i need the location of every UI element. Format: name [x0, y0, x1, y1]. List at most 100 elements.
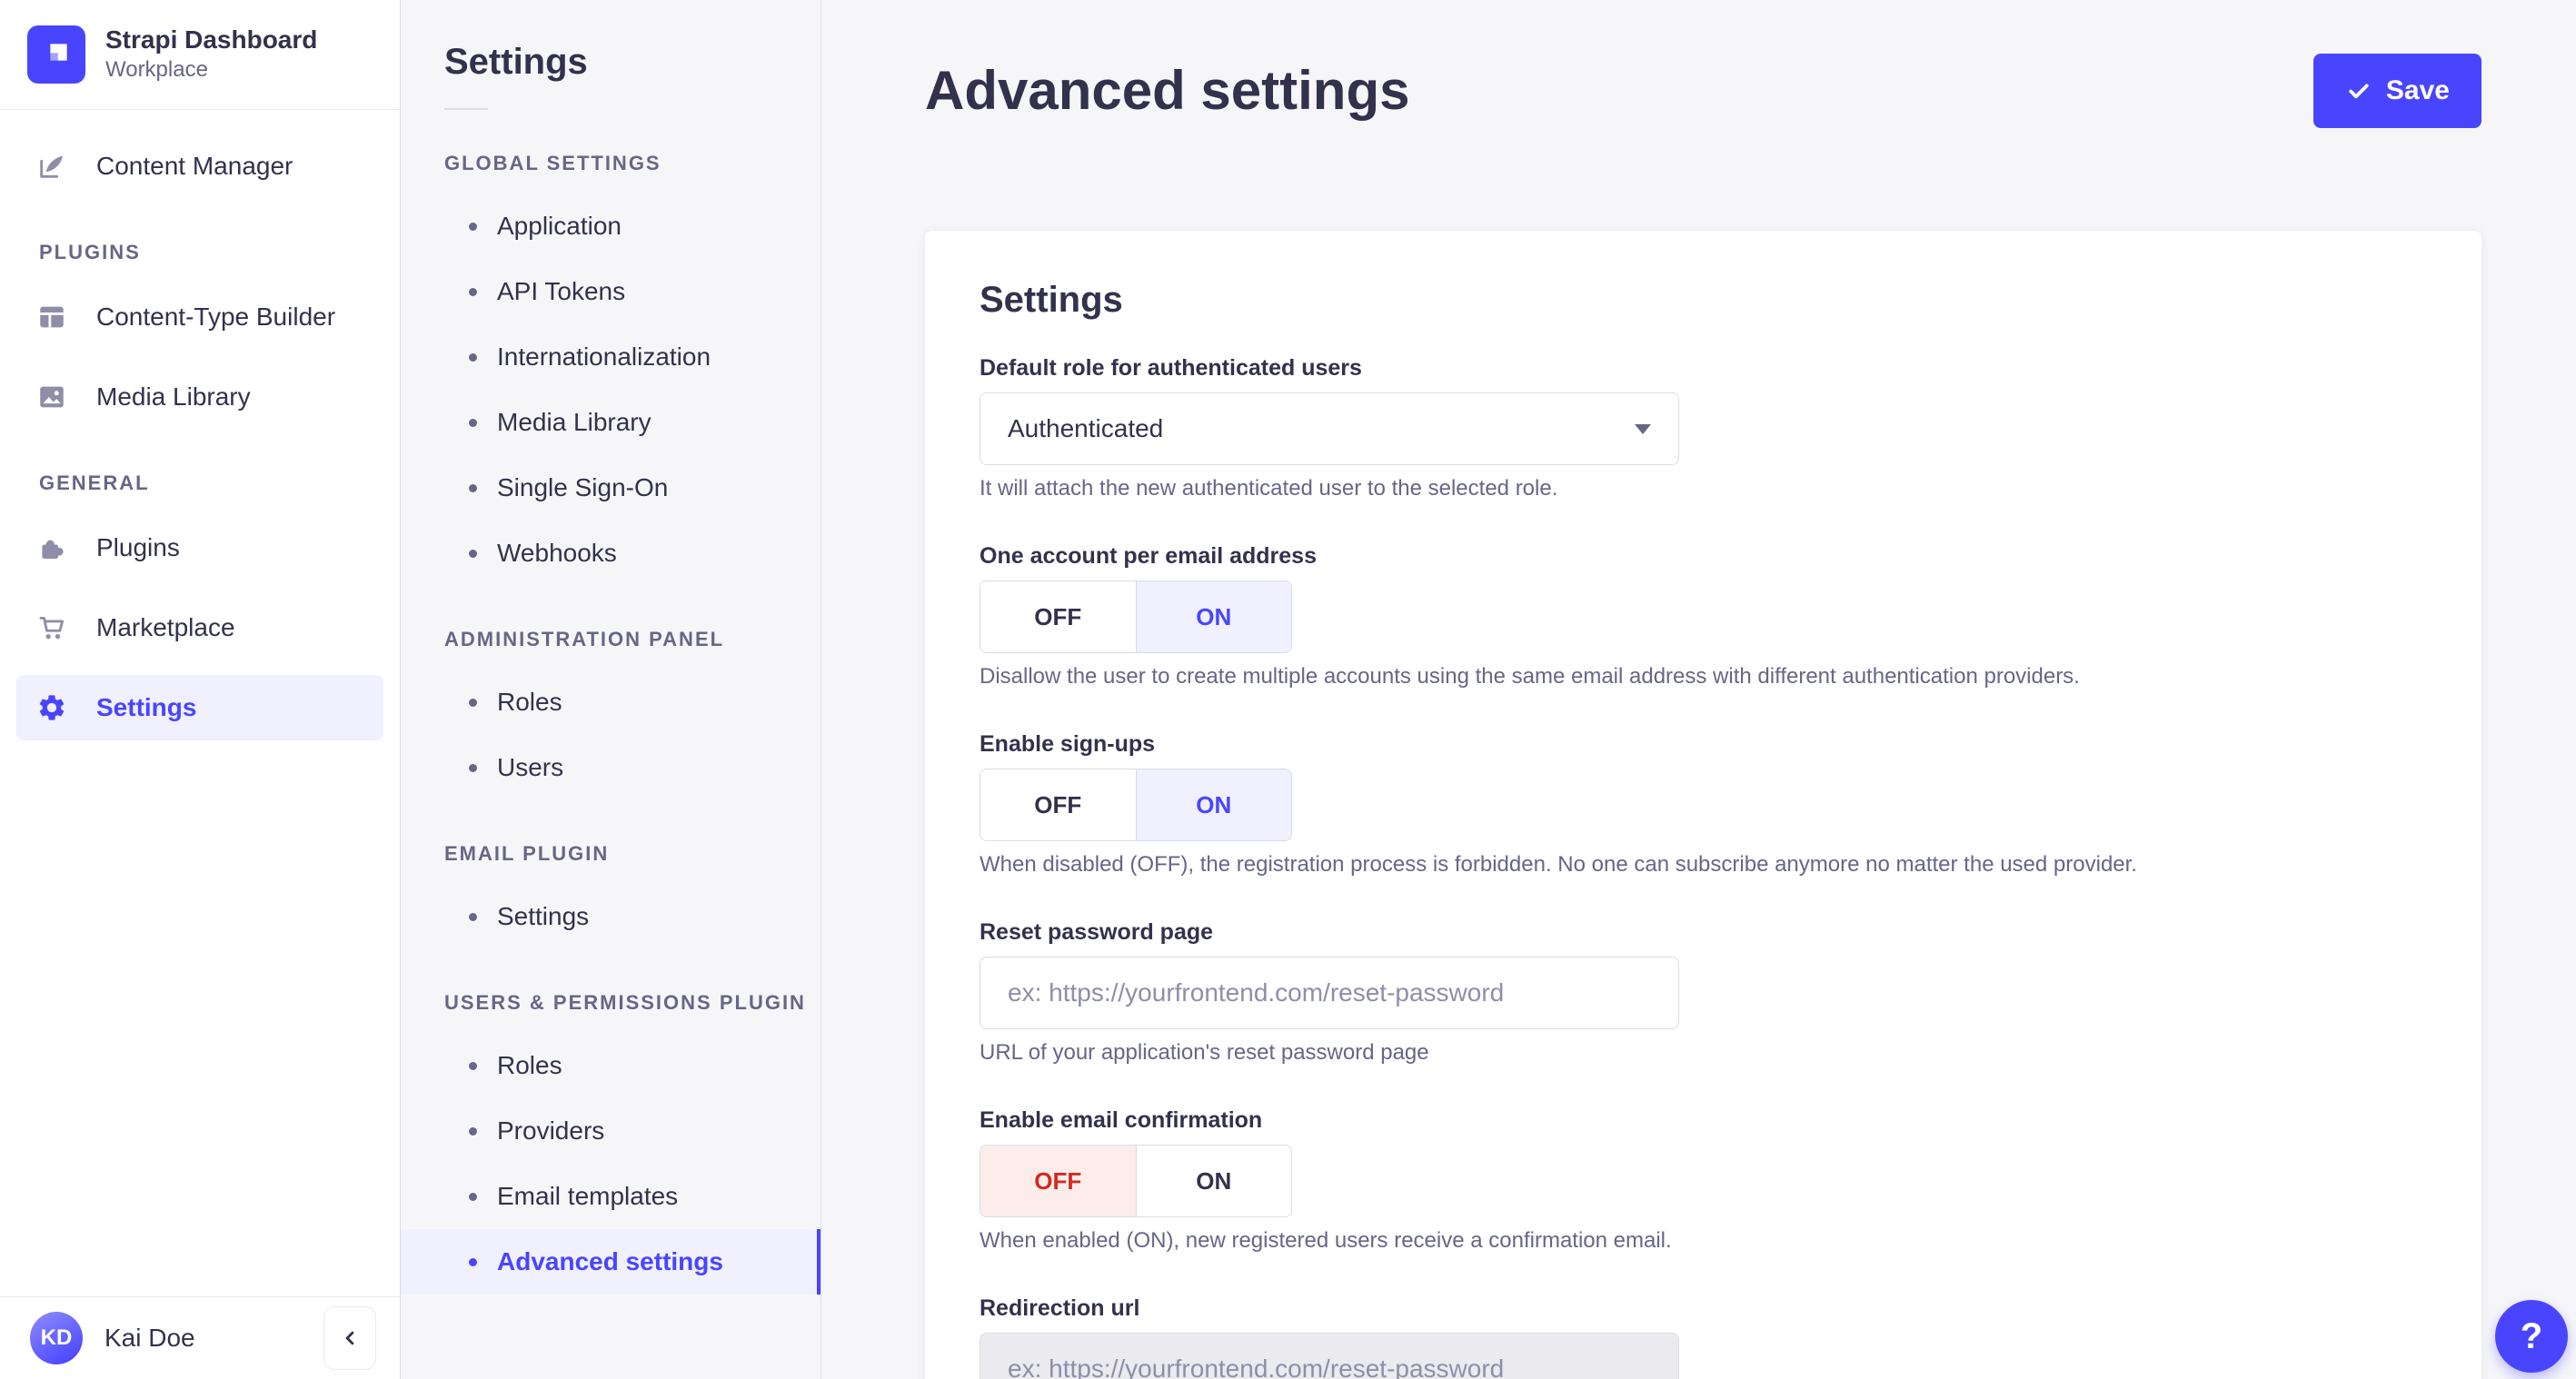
subnav-section-admin-panel: ADMINISTRATION PANEL Roles Users — [401, 628, 821, 800]
field-one-account: One account per email address OFF ON Dis… — [980, 543, 2427, 690]
image-icon — [40, 386, 64, 408]
main-content: Advanced settings Save Settings Default … — [821, 0, 2576, 1379]
subnav-item-advanced-settings[interactable]: Advanced settings — [401, 1229, 821, 1295]
avatar: KD — [30, 1312, 83, 1364]
section-general-label: GENERAL — [39, 471, 150, 494]
subnav-divider — [444, 108, 488, 110]
sign-ups-off-button[interactable]: OFF — [980, 769, 1136, 840]
card-section-title: Settings — [980, 280, 1123, 320]
subnav-section-email-plugin: EMAIL PLUGIN Settings — [401, 842, 821, 949]
subnav-item-settings-email[interactable]: Settings — [401, 884, 821, 949]
nav-item-label: Content-Type Builder — [96, 303, 336, 331]
email-confirmation-hint: When enabled (ON), new registered users … — [980, 1228, 1672, 1253]
default-role-value: Authenticated — [1008, 414, 1164, 442]
bullet-icon — [469, 763, 477, 772]
check-icon — [2349, 84, 2369, 99]
question-mark-icon: ? — [2520, 1315, 2543, 1356]
subnav-item-webhooks[interactable]: Webhooks — [401, 521, 821, 586]
nav-item-label: Marketplace — [96, 613, 235, 641]
subnav-item-api-tokens[interactable]: API Tokens — [401, 259, 821, 324]
subnav-section-label: ADMINISTRATION PANEL — [444, 628, 725, 650]
bullet-icon — [469, 287, 477, 296]
one-account-on-button[interactable]: ON — [1135, 581, 1291, 652]
reset-password-hint: URL of your application's reset password… — [980, 1040, 1429, 1065]
email-confirmation-label: Enable email confirmation — [980, 1107, 1263, 1133]
bullet-icon — [469, 483, 477, 492]
collapse-sidebar-button[interactable] — [323, 1306, 376, 1370]
subnav-item-application[interactable]: Application — [401, 193, 821, 259]
redirection-url-input — [980, 1333, 1679, 1379]
chevron-down-icon — [1635, 423, 1651, 434]
subnav-item-email-templates[interactable]: Email templates — [401, 1164, 821, 1229]
subnav-section-label: GLOBAL SETTINGS — [444, 152, 661, 174]
nav-item-label: Content Manager — [96, 152, 293, 180]
subnav-section-global: GLOBAL SETTINGS Application API Tokens I… — [401, 152, 821, 586]
nav-item-label: Settings — [96, 693, 197, 721]
help-button[interactable]: ? — [2495, 1300, 2568, 1373]
field-redirection-url: Redirection url — [980, 1295, 2427, 1379]
subnav-item-users[interactable]: Users — [401, 735, 821, 800]
strapi-logo-icon — [27, 25, 85, 84]
reset-password-label: Reset password page — [980, 919, 1214, 945]
settings-subnav: Settings GLOBAL SETTINGS Application API… — [401, 0, 821, 1379]
field-email-confirmation: Enable email confirmation OFF ON When en… — [980, 1107, 2427, 1254]
sidebar: Strapi Dashboard Workplace Content Manag… — [0, 0, 401, 1379]
field-sign-ups: Enable sign-ups OFF ON When disabled (OF… — [980, 731, 2427, 878]
save-label: Save — [2385, 75, 2450, 105]
bullet-icon — [469, 549, 477, 558]
nav-item-label: Media Library — [96, 382, 251, 411]
subnav-item-media-library[interactable]: Media Library — [401, 390, 821, 455]
default-role-hint: It will attach the new authenticated use… — [980, 476, 1558, 501]
redirection-url-label: Redirection url — [980, 1295, 1140, 1321]
puzzle-icon — [42, 540, 64, 560]
nav-item-media-library[interactable]: Media Library — [16, 364, 383, 430]
page-title: Advanced settings — [925, 60, 1410, 121]
email-confirmation-off-button[interactable]: OFF — [980, 1146, 1136, 1216]
nav-item-content-manager[interactable]: Content Manager — [16, 134, 383, 199]
sign-ups-label: Enable sign-ups — [980, 731, 1156, 757]
user-row: KD Kai Doe — [0, 1296, 400, 1379]
subnav-title: Settings — [444, 42, 588, 82]
field-reset-password: Reset password page URL of your applicat… — [980, 919, 2427, 1066]
nav-item-label: Plugins — [96, 533, 180, 561]
subnav-section-users-permissions: USERS & PERMISSIONS PLUGIN Roles Provide… — [401, 991, 821, 1295]
sign-ups-toggle: OFF ON — [980, 769, 1292, 841]
subnav-section-label: EMAIL PLUGIN — [444, 842, 610, 865]
nav-item-content-type-builder[interactable]: Content-Type Builder — [16, 284, 383, 350]
one-account-label: One account per email address — [980, 543, 1317, 569]
one-account-toggle: OFF ON — [980, 580, 1292, 653]
email-confirmation-toggle: OFF ON — [980, 1145, 1292, 1217]
subnav-section-label: USERS & PERMISSIONS PLUGIN — [444, 991, 806, 1014]
nav-item-plugins[interactable]: Plugins — [16, 515, 383, 580]
workspace-label: Workplace — [105, 57, 208, 83]
subnav-item-providers[interactable]: Providers — [401, 1098, 821, 1164]
subnav-item-roles-admin[interactable]: Roles — [401, 670, 821, 735]
settings-card: Settings Default role for authenticated … — [925, 231, 2482, 1379]
main-nav: Content Manager PLUGINS Content-Type Bui… — [0, 110, 400, 1296]
bullet-icon — [469, 352, 477, 362]
bullet-icon — [469, 1192, 477, 1201]
bullet-icon — [469, 1126, 477, 1136]
default-role-select[interactable]: Authenticated — [980, 392, 1679, 465]
app-root: Strapi Dashboard Workplace Content Manag… — [0, 0, 2576, 1379]
bullet-icon — [469, 1257, 477, 1266]
chevron-left-icon — [345, 1331, 354, 1345]
sign-ups-hint: When disabled (OFF), the registration pr… — [980, 852, 2137, 877]
user-name: Kai Doe — [104, 1324, 195, 1352]
reset-password-input[interactable] — [980, 957, 1679, 1029]
one-account-off-button[interactable]: OFF — [980, 581, 1136, 652]
bullet-icon — [469, 1061, 477, 1070]
nav-item-marketplace[interactable]: Marketplace — [16, 595, 383, 660]
default-role-label: Default role for authenticated users — [980, 355, 1362, 381]
bullet-icon — [469, 912, 477, 921]
bullet-icon — [469, 418, 477, 427]
subnav-item-internationalization[interactable]: Internationalization — [401, 324, 821, 390]
section-plugins-label: PLUGINS — [39, 241, 141, 263]
subnav-item-roles-up[interactable]: Roles — [401, 1033, 821, 1098]
sign-ups-on-button[interactable]: ON — [1135, 769, 1291, 840]
subnav-item-single-sign-on[interactable]: Single Sign-On — [401, 455, 821, 521]
nav-item-settings[interactable]: Settings — [16, 675, 383, 740]
brand: Strapi Dashboard Workplace — [0, 0, 400, 110]
save-button[interactable]: Save — [2312, 54, 2482, 128]
email-confirmation-on-button[interactable]: ON — [1135, 1146, 1291, 1216]
